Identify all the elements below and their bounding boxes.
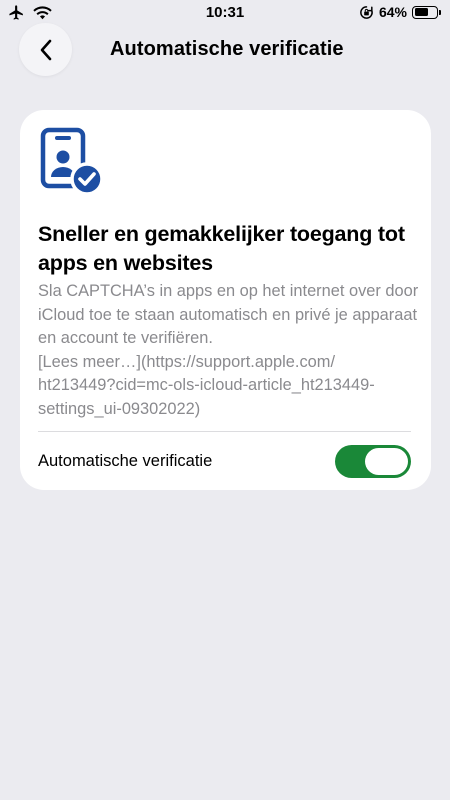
status-right: 64%	[359, 4, 441, 20]
screen: 10:31 64% Automatische verificatie Snell…	[0, 0, 450, 800]
card-heading: Sneller en gemakkelijker toegang tot app…	[38, 222, 405, 275]
battery-fill	[414, 8, 428, 16]
status-bar: 10:31 64%	[0, 0, 450, 28]
verification-card: Sneller en gemakkelijker toegang tot app…	[20, 110, 431, 490]
chevron-left-icon	[40, 39, 51, 60]
toggle-label: Automatische verificatie	[38, 451, 213, 470]
card-description: Sla CAPTCHA’s in apps en op het internet…	[38, 282, 419, 418]
orientation-lock-icon	[360, 5, 373, 19]
battery-percent: 64%	[378, 4, 407, 20]
toggle-row: Automatische verificatie	[38, 444, 411, 478]
automatic-verification-toggle[interactable]	[335, 444, 411, 478]
id-card-check-icon	[40, 127, 104, 195]
battery-icon	[412, 5, 441, 19]
back-button[interactable]	[19, 23, 72, 76]
divider	[38, 431, 411, 432]
toggle-knob	[365, 447, 408, 475]
page-title: Automatische verificatie	[110, 38, 344, 60]
